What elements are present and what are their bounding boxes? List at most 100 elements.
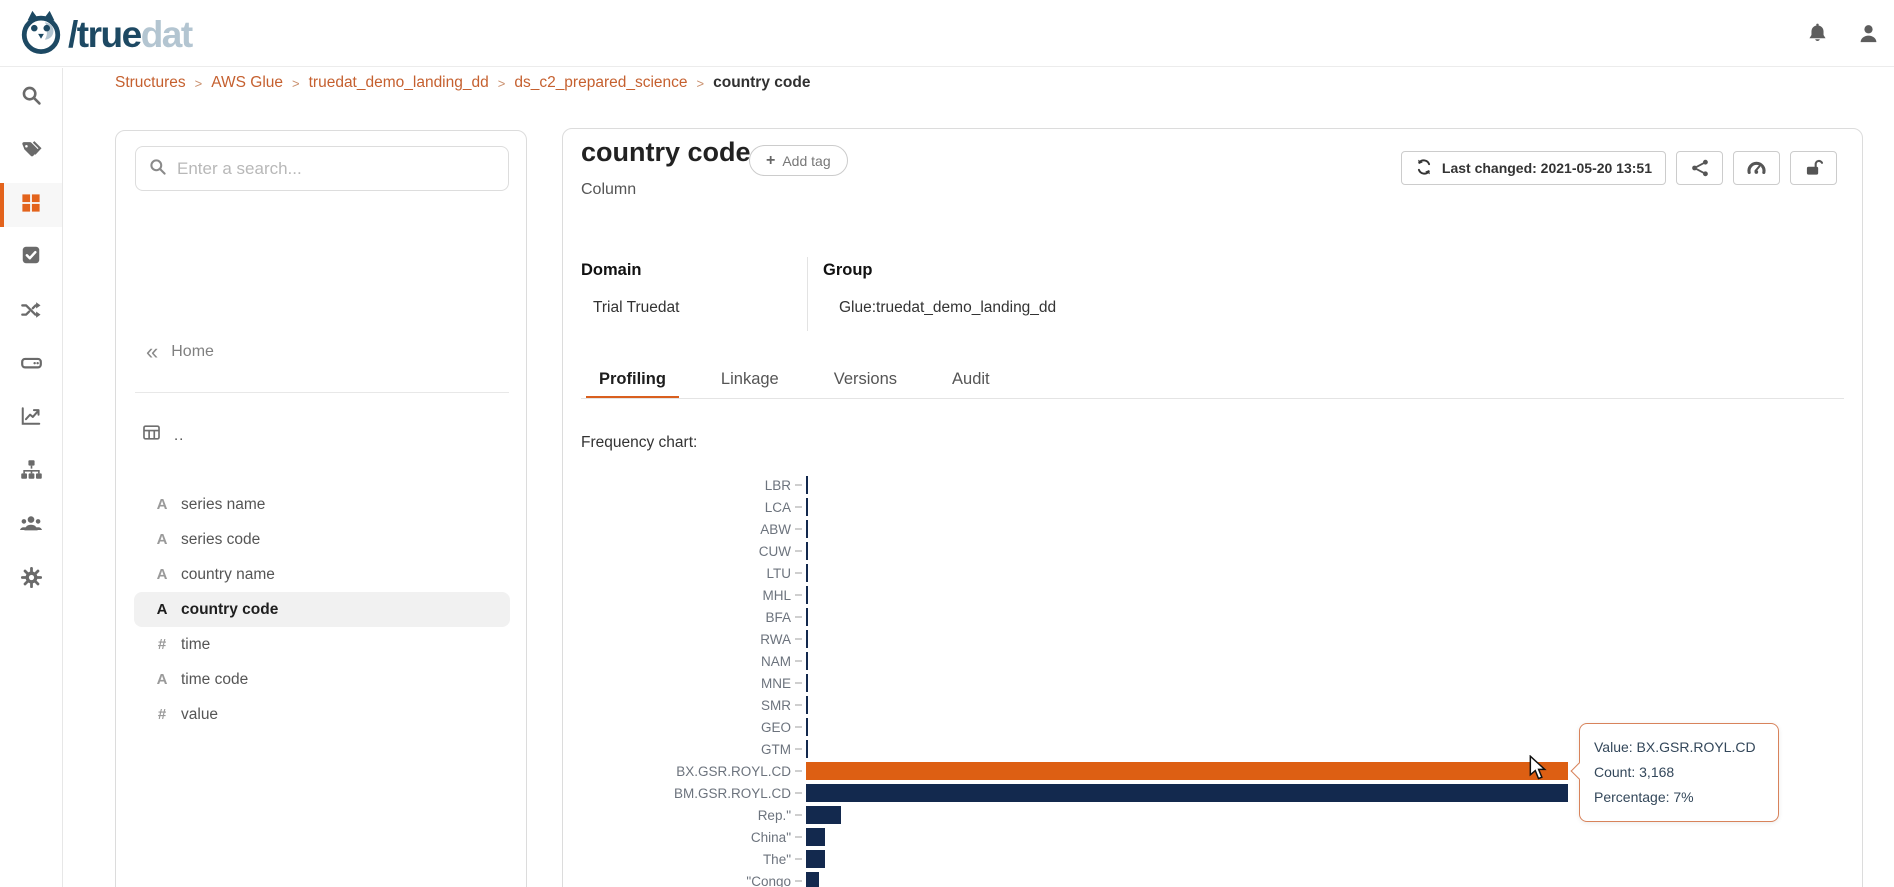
top-actions [1806, 0, 1880, 67]
field-item-value[interactable]: #value [134, 697, 510, 732]
structure-type-label: Column [581, 181, 636, 199]
frequency-chart: LBRLCAABWCUWLTUMHLBFARWANAMMNESMRGEOGTMB… [581, 474, 1851, 887]
tab-versions[interactable]: Versions [821, 359, 910, 399]
axis-tick [795, 726, 802, 728]
plus-icon: + [766, 152, 775, 170]
chart-bar[interactable] [806, 762, 1568, 780]
chart-bar[interactable] [806, 542, 808, 560]
field-item-time[interactable]: #time [134, 627, 510, 662]
user-profile-icon[interactable] [1857, 22, 1880, 45]
chart-bar[interactable] [806, 784, 1568, 802]
notifications-bell-icon[interactable] [1806, 22, 1829, 45]
chart-bar[interactable] [806, 520, 808, 538]
chart-bar[interactable] [806, 718, 808, 736]
chart-row: NAM [581, 650, 1851, 672]
chart-bar[interactable] [806, 740, 808, 758]
string-type-icon: A [152, 601, 172, 618]
chart-line-icon [20, 405, 42, 432]
add-tag-button[interactable]: + Add tag [749, 145, 848, 176]
field-item-country-name[interactable]: Acountry name [134, 557, 510, 592]
chart-row: "Congo [581, 870, 1851, 887]
field-label: time code [181, 671, 248, 689]
field-label: country code [181, 601, 278, 619]
nav-item-tags[interactable] [0, 129, 62, 173]
chart-bar[interactable] [806, 806, 841, 824]
axis-tick [795, 484, 802, 486]
chart-row: LBR [581, 474, 1851, 496]
tab-linkage[interactable]: Linkage [708, 359, 792, 399]
meta-divider [807, 257, 808, 331]
chart-category-label: LCA [581, 500, 791, 515]
nav-item-users[interactable] [0, 504, 62, 548]
tab-profiling[interactable]: Profiling [586, 359, 679, 399]
field-list: Aseries nameAseries codeAcountry nameAco… [116, 357, 528, 732]
hard-drive-icon [20, 351, 43, 379]
axis-tick [795, 616, 802, 618]
chart-bar[interactable] [806, 476, 808, 494]
share-button[interactable] [1676, 151, 1723, 185]
mouse-cursor-icon [1529, 755, 1549, 781]
nav-item-gear[interactable] [0, 558, 62, 602]
check-square-icon [20, 244, 42, 271]
chart-bar[interactable] [806, 850, 825, 868]
chart-category-label: GEO [581, 720, 791, 735]
truedat-logo[interactable]: /truedat [18, 8, 192, 61]
axis-tick [795, 704, 802, 706]
chart-category-label: China" [581, 830, 791, 845]
chart-bar[interactable] [806, 586, 808, 604]
nav-item-shuffle[interactable] [0, 290, 62, 334]
chart-category-label: BFA [581, 610, 791, 625]
field-item-series-code[interactable]: Aseries code [134, 522, 510, 557]
chart-bar[interactable] [806, 630, 808, 648]
breadcrumb-link[interactable]: ds_c2_prepared_science [514, 74, 687, 92]
search-icon [20, 84, 42, 111]
chart-row: CUW [581, 540, 1851, 562]
chart-bar[interactable] [806, 608, 808, 626]
chart-row: MHL [581, 584, 1851, 606]
axis-tick [795, 748, 802, 750]
structure-tree-panel: « Home .. Aseries nameAseries codeAcount… [115, 130, 527, 887]
chart-category-label: "Congo [581, 874, 791, 887]
tab-audit[interactable]: Audit [939, 359, 1003, 399]
chart-category-label: BX.GSR.ROYL.CD [581, 764, 791, 779]
breadcrumb-link[interactable]: truedat_demo_landing_dd [309, 74, 489, 92]
nav-item-sitemap[interactable] [0, 450, 62, 494]
chart-bar[interactable] [806, 828, 825, 846]
last-changed-button[interactable]: Last changed: 2021-05-20 13:51 [1401, 151, 1666, 185]
tab-bar: Profiling Linkage Versions Audit [586, 359, 1032, 399]
quality-dashboard-button[interactable] [1733, 151, 1780, 185]
chart-category-label: GTM [581, 742, 791, 757]
nav-item-hard-drive[interactable] [0, 343, 62, 387]
axis-tick [795, 660, 802, 662]
chart-row: ABW [581, 518, 1851, 540]
field-item-time-code[interactable]: Atime code [134, 662, 510, 697]
tree-search-box[interactable] [135, 146, 509, 191]
chart-row: SMR [581, 694, 1851, 716]
sitemap-icon [20, 458, 43, 486]
chart-bar[interactable] [806, 498, 808, 516]
axis-tick [795, 858, 802, 860]
nav-item-check-square[interactable] [0, 235, 62, 279]
breadcrumb-link[interactable]: AWS Glue [211, 74, 283, 92]
breadcrumb-separator: > [498, 76, 506, 91]
string-type-icon: A [152, 671, 172, 688]
axis-tick [795, 594, 802, 596]
field-label: time [181, 636, 210, 654]
tree-search-input[interactable] [177, 159, 496, 179]
nav-item-search[interactable] [0, 75, 62, 119]
nav-item-grid[interactable] [0, 183, 62, 227]
field-item-series-name[interactable]: Aseries name [134, 487, 510, 522]
chart-bar[interactable] [806, 564, 808, 582]
nav-item-chart-line[interactable] [0, 396, 62, 440]
chart-row: BFA [581, 606, 1851, 628]
logo-wordmark: /truedat [68, 11, 192, 59]
chart-bar[interactable] [806, 652, 808, 670]
chart-category-label: Rep." [581, 808, 791, 823]
chart-bar[interactable] [806, 696, 808, 714]
chart-bar[interactable] [806, 674, 808, 692]
field-item-country-code[interactable]: Acountry code [134, 592, 510, 627]
unlock-button[interactable] [1790, 151, 1837, 185]
breadcrumb-link[interactable]: Structures [115, 74, 186, 92]
chart-bar[interactable] [806, 872, 819, 887]
chart-row: MNE [581, 672, 1851, 694]
